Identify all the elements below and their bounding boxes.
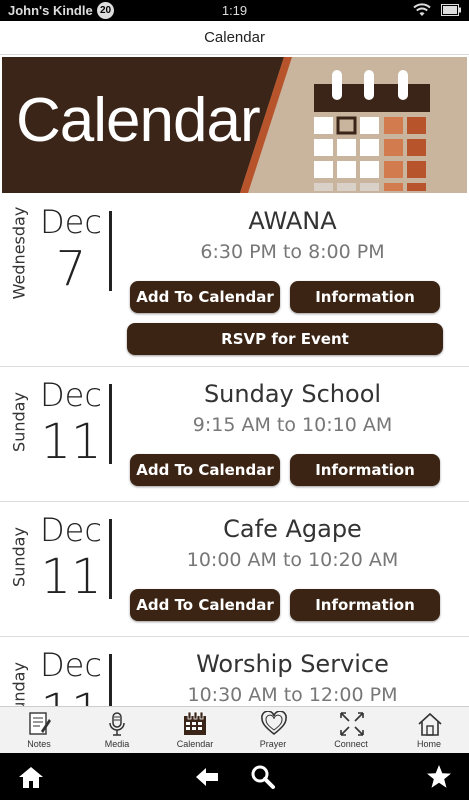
nav-calendar[interactable]: Calendar — [156, 707, 234, 754]
event-item[interactable]: Sunday Dec 11 Worship Service 10:30 AM t… — [0, 638, 469, 707]
nav-prayer[interactable]: Prayer — [234, 707, 312, 754]
nav-notes[interactable]: Notes — [0, 707, 78, 754]
heart-icon — [261, 711, 287, 736]
event-item[interactable]: Wednesday Dec 7 AWANA 6:30 PM to 8:00 PM… — [0, 195, 469, 367]
date-divider — [109, 519, 112, 599]
event-title: Sunday School — [203, 380, 382, 408]
system-bar — [0, 753, 469, 800]
date-divider — [109, 384, 112, 464]
back-arrow-icon[interactable] — [194, 764, 220, 790]
search-icon[interactable] — [250, 764, 276, 790]
calendar-banner: Calendar — [2, 57, 467, 193]
nav-label: Prayer — [259, 739, 287, 749]
bottom-navigation: Notes Media Calendar Prayer Connect Home — [0, 706, 469, 753]
information-button[interactable]: Information — [290, 454, 440, 486]
information-button[interactable]: Information — [290, 281, 440, 313]
event-weekday: Wednesday — [9, 206, 29, 300]
add-to-calendar-button[interactable]: Add To Calendar — [130, 589, 280, 621]
nav-home[interactable]: Home — [390, 707, 468, 754]
event-day: 11 — [40, 414, 102, 470]
event-month: Dec — [40, 376, 102, 414]
status-bar: John's Kindle 20 1:19 — [0, 0, 469, 21]
event-weekday: Sunday — [9, 392, 29, 452]
notes-icon — [29, 712, 51, 735]
system-home-icon[interactable] — [18, 764, 44, 790]
event-time: 9:15 AM to 10:10 AM — [192, 414, 393, 436]
connect-icon — [340, 712, 364, 736]
nav-media[interactable]: Media — [78, 707, 156, 754]
event-month: Dec — [40, 646, 102, 684]
information-button[interactable]: Information — [290, 589, 440, 621]
page-title: Calendar — [0, 21, 469, 55]
event-item[interactable]: Sunday Dec 11 Cafe Agape 10:00 AM to 10:… — [0, 503, 469, 637]
star-icon[interactable] — [426, 764, 452, 790]
event-item[interactable]: Sunday Dec 11 Sunday School 9:15 AM to 1… — [0, 368, 469, 502]
event-month: Dec — [40, 511, 102, 549]
event-title: AWANA — [248, 207, 337, 235]
battery-icon — [441, 4, 461, 16]
event-list[interactable]: Wednesday Dec 7 AWANA 6:30 PM to 8:00 PM… — [0, 195, 469, 707]
microphone-icon — [109, 712, 125, 736]
add-to-calendar-button[interactable]: Add To Calendar — [130, 281, 280, 313]
nav-label: Home — [416, 739, 441, 749]
event-month: Dec — [40, 203, 102, 241]
date-divider — [109, 654, 112, 707]
nav-connect[interactable]: Connect — [312, 707, 390, 754]
event-time: 10:00 AM to 10:20 AM — [186, 549, 399, 571]
nav-label: Calendar — [176, 739, 214, 749]
banner-title: Calendar — [16, 86, 261, 155]
event-title: Cafe Agape — [223, 515, 362, 543]
wifi-icon — [413, 3, 431, 16]
event-time: 6:30 PM to 8:00 PM — [200, 241, 385, 263]
event-weekday: Sunday — [9, 662, 29, 707]
rsvp-button[interactable]: RSVP for Event — [127, 323, 443, 355]
event-day: 7 — [55, 241, 87, 297]
add-to-calendar-button[interactable]: Add To Calendar — [130, 454, 280, 486]
date-divider — [109, 211, 112, 291]
nav-label: Media — [104, 739, 130, 749]
event-day: 11 — [40, 549, 102, 605]
event-time: 10:30 AM to 12:00 PM — [187, 684, 398, 706]
event-weekday: Sunday — [9, 527, 29, 587]
home-icon — [418, 712, 442, 736]
event-title: Worship Service — [196, 650, 389, 678]
calendar-icon — [184, 711, 206, 735]
nav-label: Connect — [334, 739, 368, 749]
event-day: 11 — [40, 684, 102, 707]
clock: 1:19 — [221, 3, 248, 18]
calendar-illustration-icon — [314, 70, 430, 191]
nav-label: Notes — [27, 739, 51, 749]
